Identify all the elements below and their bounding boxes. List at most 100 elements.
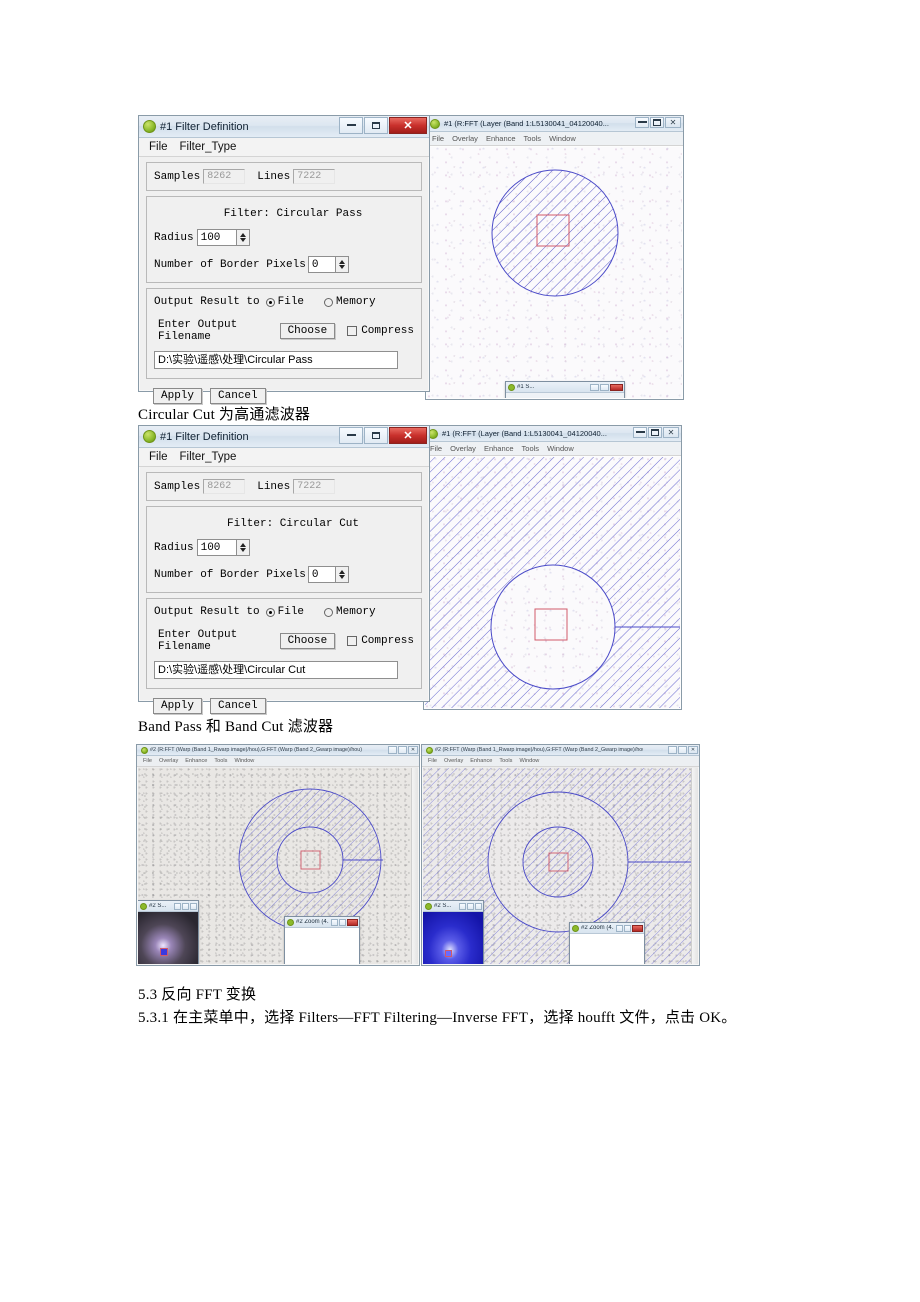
border-pixels-input[interactable]: 0 xyxy=(307,566,336,583)
radius-input[interactable]: 100 xyxy=(196,539,237,556)
viewer-titlebar[interactable]: #2 (R:FFT (Warp (Band 1_Rwarp image)/hou… xyxy=(422,745,699,756)
mini-window-buttons[interactable] xyxy=(331,918,359,926)
minimize-icon[interactable] xyxy=(459,902,466,910)
cancel-button[interactable]: Cancel xyxy=(210,698,266,714)
fft-image-canvas-bandcut[interactable]: #2 S... #2 Zoom (4... xyxy=(423,768,698,964)
fft-image-canvas-pass[interactable]: #1 S... xyxy=(427,147,682,398)
minimize-icon[interactable] xyxy=(590,383,599,391)
output-filename-input[interactable]: D:\实验\遥感\处理\Circular Pass xyxy=(154,351,398,369)
border-pixels-input[interactable]: 0 xyxy=(307,256,336,273)
maximize-icon[interactable] xyxy=(339,918,346,926)
menu-item-overlay[interactable]: Overlay xyxy=(444,758,463,764)
minimize-icon[interactable] xyxy=(174,902,181,910)
maximize-icon[interactable] xyxy=(364,117,388,134)
minimize-icon[interactable] xyxy=(331,918,338,926)
vertical-scrollbar[interactable] xyxy=(411,768,418,964)
menu-item-overlay[interactable]: Overlay xyxy=(159,758,178,764)
checkbox-icon[interactable] xyxy=(347,636,358,646)
menu-item-tools[interactable]: Tools xyxy=(214,758,227,764)
radius-stepper[interactable] xyxy=(236,539,250,556)
viewer-titlebar[interactable]: #1 (R:FFT (Layer (Band 1:L5130041_041200… xyxy=(426,116,683,132)
viewer-menubar[interactable]: File Overlay Enhance Tools Window xyxy=(426,132,683,146)
menu-item-enhance[interactable]: Enhance xyxy=(185,758,207,764)
mini-window-titlebar[interactable]: #2 S... xyxy=(423,901,483,912)
close-icon[interactable] xyxy=(190,902,197,910)
cancel-button[interactable]: Cancel xyxy=(210,388,266,404)
filter-definition-dialog-cut[interactable]: #1 Filter Definition ✕ File Filter_Type … xyxy=(138,425,430,714)
fft-image-canvas-bandpass[interactable]: #2 S... #2 Zoom (4... xyxy=(138,768,418,964)
menu-item-file[interactable]: File xyxy=(149,141,168,153)
border-pixels-stepper[interactable] xyxy=(335,256,349,273)
mini-window-titlebar[interactable]: #2 Zoom (4... xyxy=(570,923,644,934)
output-filename-input[interactable]: D:\实验\遥感\处理\Circular Cut xyxy=(154,661,398,679)
close-icon[interactable]: ✕ xyxy=(408,746,418,754)
dialog-titlebar[interactable]: #1 Filter Definition ✕ xyxy=(139,426,429,448)
minimize-icon[interactable] xyxy=(616,924,623,932)
output-memory-radio[interactable]: Memory xyxy=(324,606,376,618)
menu-item-enhance[interactable]: Enhance xyxy=(470,758,492,764)
compress-checkbox[interactable]: Compress xyxy=(347,635,414,647)
menu-item-tools[interactable]: Tools xyxy=(499,758,512,764)
output-memory-radio[interactable]: Memory xyxy=(324,296,376,308)
dialog-window-buttons[interactable]: ✕ xyxy=(338,427,427,444)
menu-item-enhance[interactable]: Enhance xyxy=(484,444,514,453)
maximize-icon[interactable] xyxy=(364,427,388,444)
close-icon[interactable]: ✕ xyxy=(665,117,681,128)
radio-on-icon[interactable] xyxy=(265,607,275,617)
menu-item-overlay[interactable]: Overlay xyxy=(450,444,476,453)
close-icon[interactable] xyxy=(475,902,482,910)
mini-window-scene[interactable]: #2 S... xyxy=(138,900,199,964)
close-icon[interactable] xyxy=(632,924,643,932)
choose-button[interactable]: Choose xyxy=(279,633,336,649)
checkbox-icon[interactable] xyxy=(347,326,358,336)
radius-stepper[interactable] xyxy=(236,229,250,246)
viewer-menubar[interactable]: File Overlay Enhance Tools Window xyxy=(424,442,681,456)
viewer-menubar[interactable]: File Overlay Enhance Tools Window xyxy=(137,756,419,767)
mini-window-buttons[interactable] xyxy=(174,902,198,910)
viewer-window-buttons[interactable]: ✕ xyxy=(634,117,681,128)
fft-viewer-window-bandpass[interactable]: #2 (R:FFT (Warp (Band 1_Rwarp image)/hou… xyxy=(136,744,420,966)
minimize-icon[interactable] xyxy=(668,746,677,754)
menu-item-tools[interactable]: Tools xyxy=(524,134,542,143)
menu-item-overlay[interactable]: Overlay xyxy=(452,134,478,143)
maximize-icon[interactable] xyxy=(467,902,474,910)
mini-window-buttons[interactable] xyxy=(459,902,483,910)
close-icon[interactable]: ✕ xyxy=(389,427,427,444)
menu-item-window[interactable]: Window xyxy=(549,134,576,143)
close-icon[interactable]: ✕ xyxy=(663,427,679,438)
dialog-menubar[interactable]: File Filter_Type xyxy=(139,448,429,467)
close-icon[interactable] xyxy=(610,383,623,391)
fft-viewer-window-bandcut[interactable]: #2 (R:FFT (Warp (Band 1_Rwarp image)/hou… xyxy=(421,744,700,966)
menu-item-file[interactable]: File xyxy=(432,134,444,143)
maximize-icon[interactable] xyxy=(678,746,687,754)
output-file-radio[interactable]: File xyxy=(265,296,304,308)
minimize-icon[interactable] xyxy=(633,427,647,438)
filter-definition-dialog-pass[interactable]: #1 Filter Definition ✕ File Filter_Type … xyxy=(138,115,430,404)
radio-off-icon[interactable] xyxy=(324,607,334,617)
minimize-icon[interactable] xyxy=(339,427,363,444)
mini-window-titlebar[interactable]: #2 S... xyxy=(138,901,198,912)
close-icon[interactable]: ✕ xyxy=(688,746,698,754)
maximize-icon[interactable] xyxy=(398,746,407,754)
viewer-window-buttons[interactable]: ✕ xyxy=(632,427,679,438)
apply-button[interactable]: Apply xyxy=(153,388,203,404)
menu-item-filter-type[interactable]: Filter_Type xyxy=(180,451,237,463)
compress-checkbox[interactable]: Compress xyxy=(347,325,414,337)
minimize-icon[interactable] xyxy=(388,746,397,754)
close-icon[interactable] xyxy=(347,918,358,926)
maximize-icon[interactable] xyxy=(648,427,662,438)
vertical-scrollbar[interactable] xyxy=(691,768,698,964)
minimize-icon[interactable] xyxy=(635,117,649,128)
viewer-window-buttons[interactable]: ✕ xyxy=(387,746,418,754)
radio-on-icon[interactable] xyxy=(265,297,275,307)
fft-viewer-window-pass[interactable]: #1 (R:FFT (Layer (Band 1:L5130041_041200… xyxy=(425,115,684,400)
menu-item-window[interactable]: Window xyxy=(519,758,539,764)
mini-window-titlebar[interactable]: #2 Zoom (4... xyxy=(285,917,359,928)
menu-item-file[interactable]: File xyxy=(430,444,442,453)
menu-item-file[interactable]: File xyxy=(149,451,168,463)
viewer-window-buttons[interactable]: ✕ xyxy=(667,746,698,754)
partial-window-titlebar[interactable]: #1 S... xyxy=(506,382,624,393)
dialog-window-buttons[interactable]: ✕ xyxy=(338,117,427,134)
mini-window-buttons[interactable] xyxy=(616,924,644,932)
dialog-titlebar[interactable]: #1 Filter Definition ✕ xyxy=(139,116,429,138)
